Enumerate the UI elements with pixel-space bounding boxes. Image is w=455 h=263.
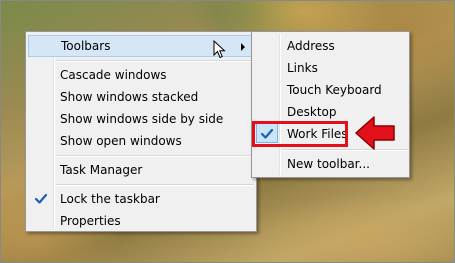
menu-item-show-windows-stacked-label: Show windows stacked <box>60 90 199 104</box>
menu-separator <box>56 184 254 186</box>
toolbars-submenu: Address Links Touch Keyboard Desktop Wor… <box>251 31 410 178</box>
menu-item-show-windows-stacked[interactable]: Show windows stacked <box>28 86 254 108</box>
submenu-item-touch-keyboard[interactable]: Touch Keyboard <box>254 79 407 101</box>
submenu-item-touch-keyboard-label: Touch Keyboard <box>287 83 382 97</box>
menu-item-show-open-windows-label: Show open windows <box>60 134 182 148</box>
red-arrow-icon <box>355 116 395 150</box>
submenu-item-desktop-label: Desktop <box>287 105 337 119</box>
submenu-item-links-label: Links <box>287 61 318 75</box>
menu-item-toolbars-label: Toolbars <box>61 39 111 53</box>
checkmark-icon <box>34 193 48 204</box>
mouse-pointer-icon <box>213 40 226 59</box>
menu-item-show-windows-side-by-side[interactable]: Show windows side by side <box>28 108 254 130</box>
annotation-highlight-box <box>252 121 348 147</box>
submenu-item-address-label: Address <box>287 39 335 53</box>
menu-item-task-manager[interactable]: Task Manager <box>28 159 254 181</box>
submenu-item-address[interactable]: Address <box>254 35 407 57</box>
menu-item-properties-label: Properties <box>60 214 121 228</box>
menu-item-properties[interactable]: Properties <box>28 210 254 232</box>
submenu-item-new-toolbar-label: New toolbar... <box>287 157 370 171</box>
menu-item-show-open-windows[interactable]: Show open windows <box>28 130 254 152</box>
submenu-item-new-toolbar[interactable]: New toolbar... <box>254 153 407 175</box>
menu-item-lock-the-taskbar[interactable]: Lock the taskbar <box>28 188 254 210</box>
menu-separator <box>56 155 254 157</box>
menu-item-lock-the-taskbar-label: Lock the taskbar <box>60 192 160 206</box>
submenu-item-links[interactable]: Links <box>254 57 407 79</box>
taskbar-context-menu: Toolbars Cascade windows Show windows st… <box>25 31 257 232</box>
menu-separator <box>56 60 254 62</box>
menu-item-task-manager-label: Task Manager <box>60 163 143 177</box>
menu-item-cascade-windows[interactable]: Cascade windows <box>28 64 254 86</box>
menu-item-show-windows-side-by-side-label: Show windows side by side <box>60 112 224 126</box>
chevron-right-icon <box>241 43 245 51</box>
menu-item-cascade-windows-label: Cascade windows <box>60 68 167 82</box>
